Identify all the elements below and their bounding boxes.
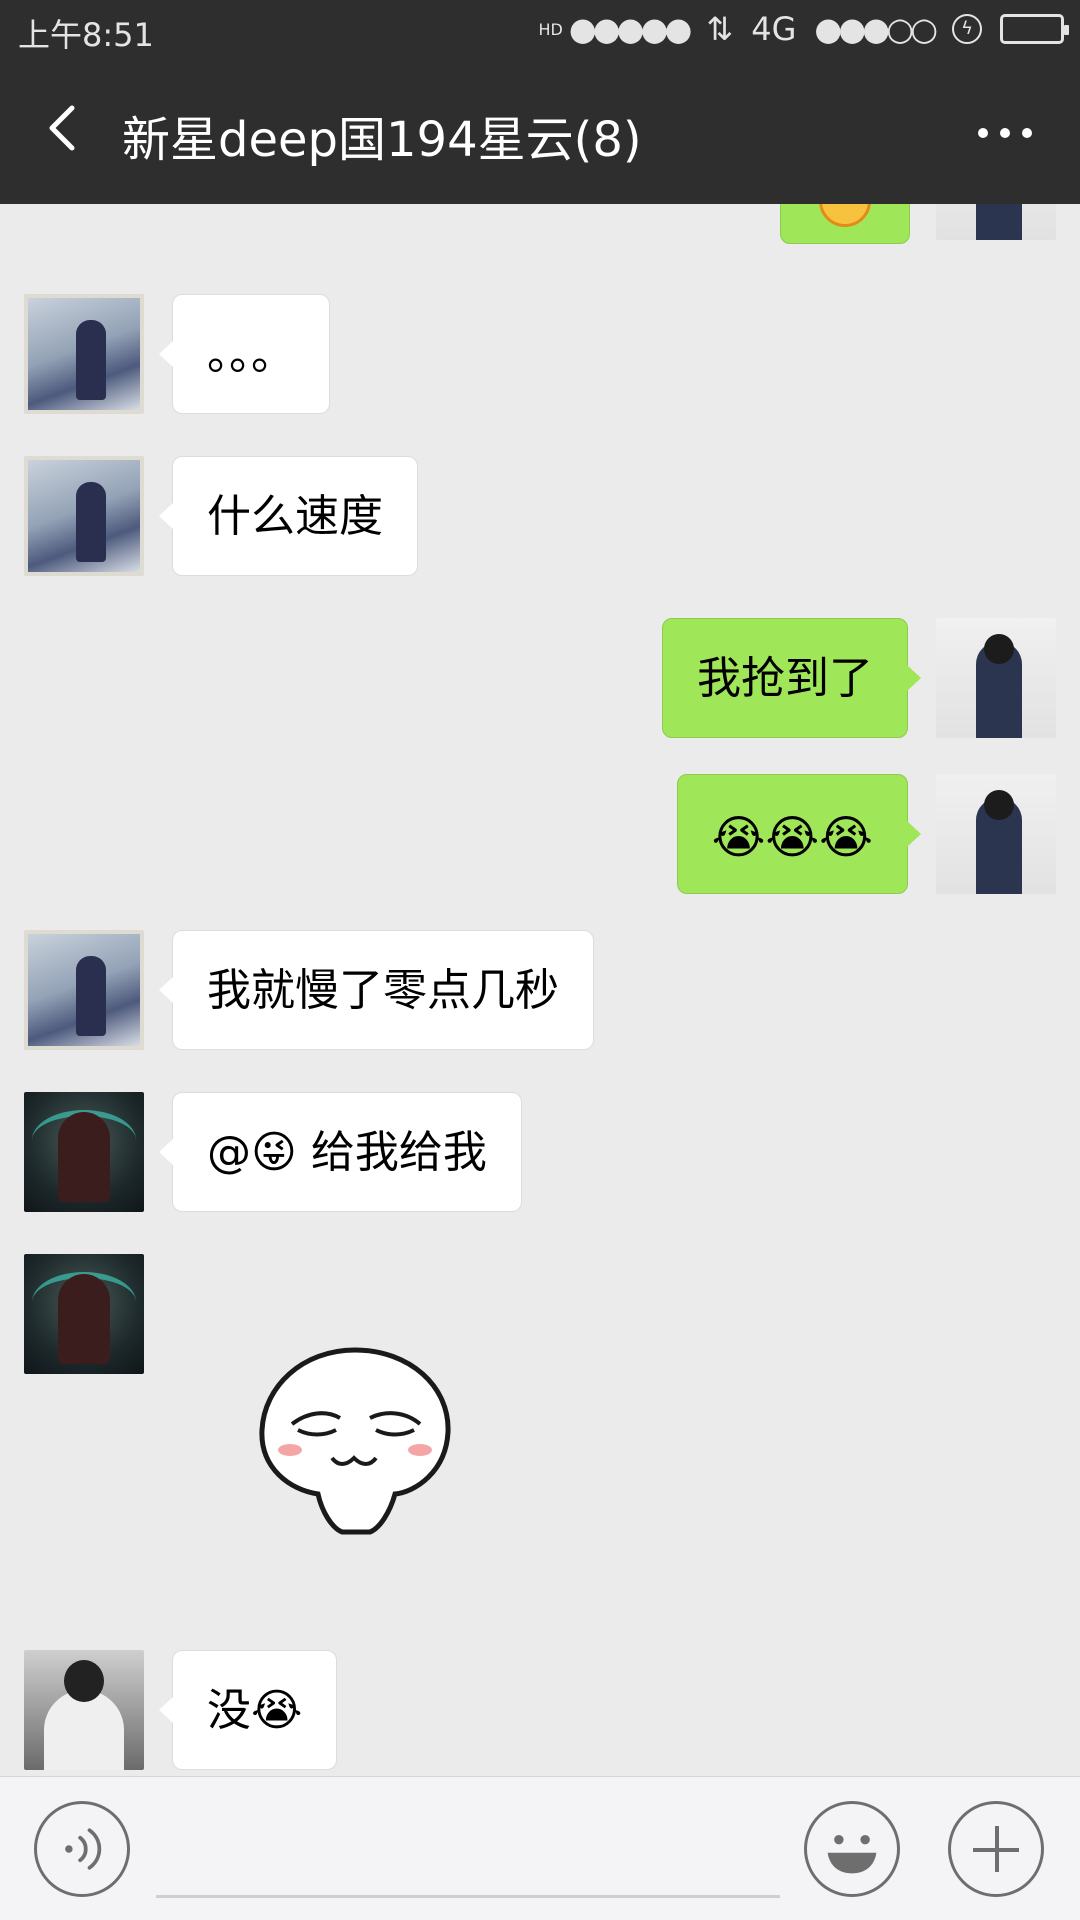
avatar-sender-c[interactable] xyxy=(24,1254,144,1374)
network-4g-icon: 4G xyxy=(751,10,797,48)
avatar-sender-a[interactable] xyxy=(24,456,144,576)
smug-face-sticker[interactable] xyxy=(250,1332,460,1542)
message-text: 😭😭😭 xyxy=(711,810,873,864)
message-text: 我就慢了零点几秒 xyxy=(207,965,559,1016)
message-bubble[interactable]: 😭😭😭 xyxy=(676,774,922,894)
message-input[interactable] xyxy=(156,1895,780,1898)
message-text: 。。。 xyxy=(207,329,295,380)
message-bubble[interactable]: 。。。 xyxy=(159,294,330,414)
avatar-sender-d[interactable] xyxy=(24,1650,144,1770)
input-bar xyxy=(0,1776,1080,1920)
more-horizontal-icon[interactable] xyxy=(978,128,1032,138)
message-bubble-partial[interactable] xyxy=(780,204,910,244)
message-bubble[interactable]: 什么速度 xyxy=(159,456,418,576)
status-icons: HD ●●●●● ⇅ 4G ●●●○○ ϟ xyxy=(538,10,1069,48)
chat-title: 新星deep国194星云(8) xyxy=(122,112,642,168)
signal-icon: ●●●●● xyxy=(568,10,693,48)
hd-label: HD xyxy=(538,19,563,39)
status-bar: 上午8:51 HD ●●●●● ⇅ 4G ●●●○○ ϟ xyxy=(0,0,1080,60)
data-arrows-icon: ⇅ xyxy=(706,10,734,48)
emoji-icon-partial xyxy=(819,204,871,227)
message-bubble[interactable]: 没😭 xyxy=(158,1650,338,1770)
charging-icon: ϟ xyxy=(952,14,982,44)
plus-icon[interactable] xyxy=(948,1801,1044,1897)
voice-button[interactable] xyxy=(34,1801,130,1897)
avatar-sender-a[interactable] xyxy=(24,294,144,414)
message-text: 什么速度 xyxy=(207,491,383,542)
avatar-sender-a[interactable] xyxy=(24,930,144,1050)
message-list[interactable]: 。。。 什么速度 我抢到了 😭😭😭 我就慢了零点几秒 @😜 给我给我 没😭 xyxy=(0,204,1080,1776)
chevron-left-icon[interactable] xyxy=(34,98,94,158)
avatar-me[interactable] xyxy=(936,204,1056,240)
status-time: 上午8:51 xyxy=(18,16,154,54)
emoji-icon xyxy=(827,1834,877,1874)
message-text: 没😭 xyxy=(207,1685,303,1736)
battery-icon xyxy=(1000,14,1069,44)
avatar-me[interactable] xyxy=(936,618,1056,738)
voice-icon xyxy=(65,1828,102,1870)
message-text: @😜 给我给我 xyxy=(207,1127,487,1178)
chat-header: 新星deep国194星云(8) xyxy=(0,60,1080,204)
message-bubble[interactable]: 我就慢了零点几秒 xyxy=(159,930,594,1050)
message-bubble[interactable]: @😜 给我给我 xyxy=(159,1092,522,1212)
message-text: 我抢到了 xyxy=(697,653,873,704)
wifi-signal-icon: ●●●○○ xyxy=(814,10,938,48)
message-bubble[interactable]: 我抢到了 xyxy=(662,618,921,738)
avatar-sender-c[interactable] xyxy=(24,1092,144,1212)
emoji-button[interactable] xyxy=(804,1801,900,1897)
avatar-me[interactable] xyxy=(936,774,1056,894)
